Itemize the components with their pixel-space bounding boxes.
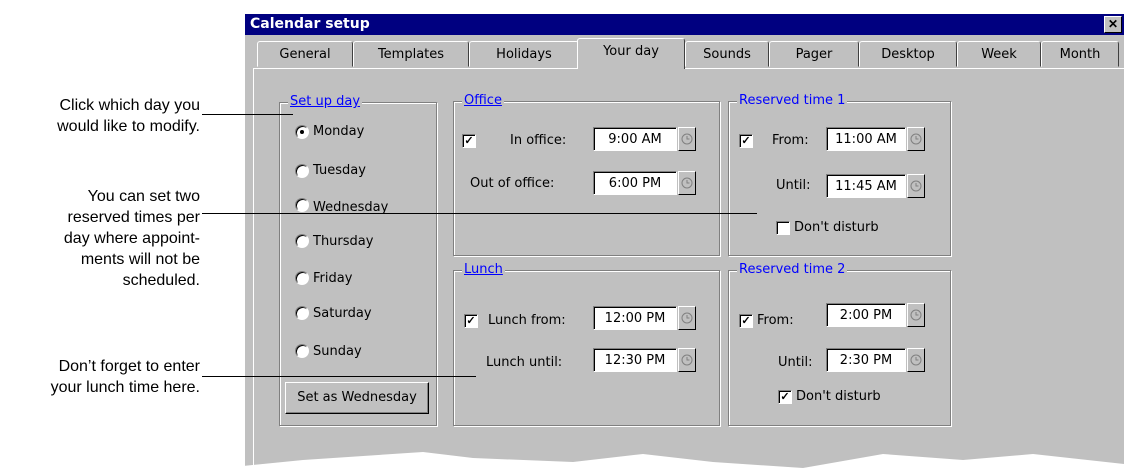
radio-tuesday[interactable] [295,164,309,178]
reserved2-from-label: From: [757,313,794,328]
tab-templates[interactable]: Templates [353,41,469,67]
clock-icon[interactable] [678,127,696,151]
radio-sunday[interactable] [295,344,309,358]
lunch-until-label: Lunch until: [486,355,563,370]
reserved1-from-label: From: [772,133,809,148]
clock-icon[interactable] [678,306,696,330]
window-title: Calendar setup [245,14,1124,35]
label-saturday: Saturday [313,306,372,321]
tab-holidays[interactable]: Holidays [469,41,579,67]
reserved2-until-field[interactable]: 2:30 PM [826,348,906,372]
label-tuesday: Tuesday [313,163,366,178]
reserved-time-1-legend: Reserved time 1 [737,93,848,109]
reserved1-until-field[interactable]: 11:45 AM [826,174,906,198]
reserved1-dont-disturb-checkbox[interactable] [776,221,790,235]
lunch-legend: Lunch [462,262,505,278]
out-of-office-label: Out of office: [470,176,555,191]
setup-day-group: Set up day [279,94,437,426]
clock-icon[interactable] [907,348,925,372]
callout-line-day [202,114,293,115]
close-icon[interactable]: ✕ [1104,16,1122,33]
tab-general[interactable]: General [257,41,353,67]
reserved2-dont-disturb-checkbox[interactable]: ✓ [778,390,792,404]
lunch-until-field[interactable]: 12:30 PM [593,348,677,372]
annotation-reserved: You can set two reserved times per day w… [63,188,200,289]
reserved2-until-label: Until: [778,355,813,370]
lunch-from-checkbox[interactable]: ✓ [464,314,478,328]
reserved1-from-field[interactable]: 11:00 AM [826,127,906,151]
in-office-label: In office: [510,133,567,148]
label-monday: Monday [313,124,365,139]
tab-your-day[interactable]: Your day [577,38,685,69]
annotation-lunch: Don’t forget to enter your lunch time he… [50,358,200,396]
radio-thursday[interactable] [295,234,309,248]
lunch-from-field[interactable]: 12:00 PM [593,306,677,330]
label-sunday: Sunday [313,344,362,359]
label-friday: Friday [313,271,353,286]
reserved1-until-label: Until: [776,178,811,193]
callout-line-reserved [202,213,757,214]
reserved2-from-field[interactable]: 2:00 PM [826,303,906,327]
clock-icon[interactable] [907,174,925,198]
reserved-time-2-legend: Reserved time 2 [737,262,848,278]
clock-icon[interactable] [907,303,925,327]
tab-sounds[interactable]: Sounds [685,41,769,67]
office-legend: Office [462,93,504,109]
torn-edge [243,452,1124,474]
tab-pager[interactable]: Pager [769,41,859,67]
lunch-from-label: Lunch from: [488,313,566,328]
reserved2-from-checkbox[interactable]: ✓ [739,314,753,328]
clock-icon[interactable] [907,127,925,151]
clock-icon[interactable] [678,171,696,195]
reserved1-from-checkbox[interactable]: ✓ [739,134,753,148]
tab-desktop[interactable]: Desktop [859,41,957,67]
reserved2-dont-disturb-label: Don't disturb [796,389,881,404]
tab-week[interactable]: Week [957,41,1041,67]
in-office-checkbox[interactable]: ✓ [462,134,476,148]
in-office-time-field[interactable]: 9:00 AM [593,127,677,151]
set-as-wednesday-button[interactable]: Set as Wednesday [285,382,429,414]
radio-monday[interactable] [295,125,309,139]
label-thursday: Thursday [313,234,374,249]
annotation-day: Click which day you would like to modify… [57,97,200,135]
reserved1-dont-disturb-label: Don't disturb [794,220,879,235]
clock-icon[interactable] [678,348,696,372]
setup-day-legend: Set up day [288,94,363,110]
out-of-office-time-field[interactable]: 6:00 PM [593,171,677,195]
radio-saturday[interactable] [295,306,309,320]
radio-friday[interactable] [295,271,309,285]
callout-line-lunch [202,376,476,377]
radio-wednesday[interactable] [295,198,309,212]
tab-month[interactable]: Month [1041,41,1119,67]
